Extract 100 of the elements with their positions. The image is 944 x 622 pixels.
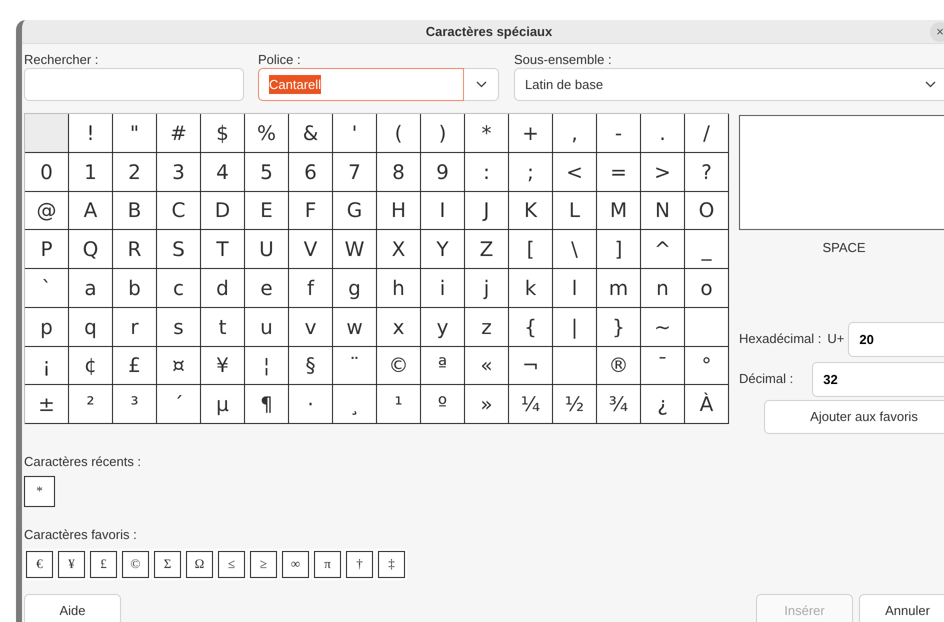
character-cell[interactable]: B <box>113 192 157 230</box>
character-cell[interactable]: § <box>289 346 333 386</box>
character-cell[interactable]: ° <box>685 346 729 386</box>
character-cell[interactable]: * <box>465 114 509 153</box>
subset-dropdown[interactable]: Latin de base <box>514 68 944 101</box>
character-cell[interactable]: ¤ <box>157 346 201 386</box>
character-cell[interactable]: S <box>157 230 201 269</box>
character-cell[interactable]: ¬ <box>509 346 553 386</box>
character-cell[interactable]: 8 <box>377 152 421 192</box>
character-cell[interactable]: ¥ <box>201 346 245 386</box>
character-cell[interactable]: ] <box>597 230 641 269</box>
character-cell[interactable]: N <box>641 192 685 230</box>
character-cell[interactable]: 9 <box>421 152 465 192</box>
character-cell[interactable]: @ <box>25 192 69 230</box>
character-cell[interactable]: u <box>245 308 289 346</box>
character-cell[interactable]: W <box>333 230 377 269</box>
character-cell[interactable]: ¹ <box>377 385 421 424</box>
character-cell[interactable]: ^ <box>641 230 685 269</box>
character-cell[interactable]: / <box>685 114 729 153</box>
character-cell[interactable]: c <box>157 269 201 308</box>
character-cell[interactable]: D <box>201 192 245 230</box>
character-cell[interactable]: C <box>157 192 201 230</box>
favorite-character[interactable]: ‡ <box>376 548 407 580</box>
character-cell[interactable]: ( <box>377 114 421 153</box>
character-cell[interactable]: º <box>421 385 465 424</box>
character-cell[interactable]: - <box>597 114 641 153</box>
character-cell[interactable]: ) <box>421 114 465 153</box>
character-cell[interactable]: © <box>377 346 421 386</box>
character-cell[interactable]: ² <box>69 385 113 424</box>
character-cell[interactable]: & <box>289 114 333 153</box>
character-cell[interactable]: ½ <box>553 385 597 424</box>
character-cell[interactable]: ¡ <box>25 346 69 386</box>
character-cell[interactable]: : <box>465 152 509 192</box>
font-field[interactable]: Cantarell <box>258 68 464 101</box>
character-cell[interactable]: [ <box>509 230 553 269</box>
character-cell[interactable]: ` <box>25 269 69 308</box>
favorite-character[interactable]: Ω <box>184 548 215 580</box>
character-cell[interactable]: n <box>641 269 685 308</box>
character-cell[interactable]: ! <box>69 114 113 153</box>
character-cell[interactable]: t <box>201 308 245 346</box>
character-cell[interactable]: 2 <box>113 152 157 192</box>
character-cell[interactable]: | <box>553 308 597 346</box>
character-cell[interactable]: ¦ <box>245 346 289 386</box>
character-cell[interactable]: I <box>421 192 465 230</box>
character-cell[interactable]: 4 <box>201 152 245 192</box>
favorite-character[interactable]: £ <box>88 548 119 580</box>
character-cell[interactable]: + <box>509 114 553 153</box>
character-cell[interactable]: » <box>465 385 509 424</box>
character-cell[interactable]: µ <box>201 385 245 424</box>
character-cell[interactable]: f <box>289 269 333 308</box>
character-cell[interactable]: M <box>597 192 641 230</box>
hex-field[interactable]: 20 <box>848 322 944 356</box>
character-cell[interactable]: ® <box>597 346 641 386</box>
favorite-character[interactable]: π <box>312 548 343 580</box>
character-cell[interactable]: 3 <box>157 152 201 192</box>
character-cell[interactable]: 0 <box>25 152 69 192</box>
character-cell[interactable]: ª <box>421 346 465 386</box>
dialog-button[interactable]: Annuler <box>859 594 944 622</box>
character-cell[interactable]: w <box>333 308 377 346</box>
character-cell[interactable]: ¶ <box>245 385 289 424</box>
favorite-character[interactable]: € <box>24 548 55 580</box>
character-cell[interactable]: m <box>597 269 641 308</box>
character-cell[interactable]: J <box>465 192 509 230</box>
character-cell[interactable]: . <box>641 114 685 153</box>
favorite-character[interactable]: Σ <box>152 548 183 580</box>
character-cell[interactable]: ' <box>333 114 377 153</box>
character-cell[interactable]: b <box>113 269 157 308</box>
character-cell[interactable]: g <box>333 269 377 308</box>
character-cell[interactable]: X <box>377 230 421 269</box>
character-cell[interactable]: Z <box>465 230 509 269</box>
character-cell[interactable]: { <box>509 308 553 346</box>
character-cell[interactable]: } <box>597 308 641 346</box>
character-cell[interactable]: ´ <box>157 385 201 424</box>
character-cell[interactable]: ¼ <box>509 385 553 424</box>
favorite-character[interactable]: © <box>120 548 151 580</box>
decimal-field[interactable]: 32 <box>812 362 944 396</box>
character-cell[interactable]: = <box>597 152 641 192</box>
character-cell[interactable]: À <box>685 385 729 424</box>
character-cell[interactable]: p <box>25 308 69 346</box>
character-cell[interactable]: " <box>113 114 157 153</box>
character-cell[interactable]: G <box>333 192 377 230</box>
character-cell[interactable]: 7 <box>333 152 377 192</box>
character-cell[interactable]: E <box>245 192 289 230</box>
character-cell[interactable]: V <box>289 230 333 269</box>
character-cell[interactable]: i <box>421 269 465 308</box>
character-cell[interactable]: q <box>69 308 113 346</box>
character-cell[interactable]: ~ <box>641 308 685 346</box>
character-cell[interactable]: e <box>245 269 289 308</box>
character-cell[interactable]: ¢ <box>69 346 113 386</box>
character-cell[interactable]: y <box>421 308 465 346</box>
character-cell[interactable]: ³ <box>113 385 157 424</box>
character-cell[interactable]: < <box>553 152 597 192</box>
character-cell[interactable]: > <box>641 152 685 192</box>
character-cell[interactable]: ¨ <box>333 346 377 386</box>
character-cell[interactable]: T <box>201 230 245 269</box>
character-cell[interactable]: , <box>553 114 597 153</box>
character-cell[interactable]: ¸ <box>333 385 377 424</box>
character-cell[interactable]: 5 <box>245 152 289 192</box>
character-cell[interactable]: r <box>113 308 157 346</box>
character-cell[interactable]: x <box>377 308 421 346</box>
